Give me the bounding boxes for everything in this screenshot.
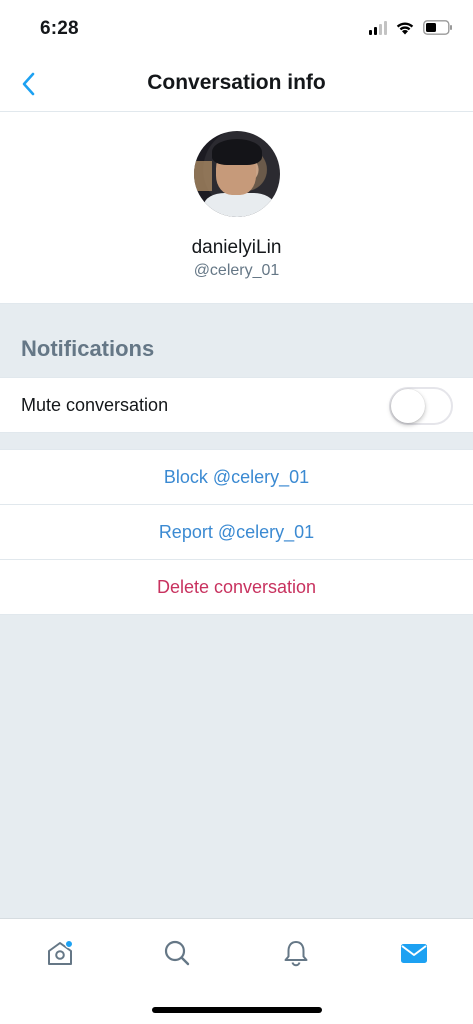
battery-icon	[423, 20, 452, 35]
report-user-button[interactable]: Report @celery_01	[0, 505, 473, 560]
tab-home[interactable]	[40, 933, 80, 973]
notifications-heading: Notifications	[21, 336, 155, 361]
page-title: Conversation info	[147, 71, 326, 94]
status-bar: 6:28	[0, 0, 473, 58]
tab-search[interactable]	[157, 933, 197, 973]
profile-header: danielyiLin @celery_01	[0, 112, 473, 304]
block-user-button[interactable]: Block @celery_01	[0, 450, 473, 505]
wifi-icon	[396, 22, 414, 35]
profile-display-name[interactable]: danielyiLin	[0, 237, 473, 259]
home-icon	[48, 939, 74, 965]
mute-conversation-label: Mute conversation	[21, 395, 169, 415]
signal-icon	[369, 20, 387, 35]
status-time: 6:28	[40, 18, 79, 39]
mute-conversation-toggle[interactable]	[389, 387, 453, 425]
avatar[interactable]	[194, 131, 280, 217]
delete-conversation-button[interactable]: Delete conversation	[0, 560, 473, 615]
mail-icon	[401, 944, 427, 963]
status-icons	[369, 20, 453, 35]
nav-bar: Conversation info	[0, 58, 473, 112]
toggle-knob	[391, 389, 425, 423]
profile-handle: @celery_01	[193, 262, 280, 279]
home-indicator	[152, 1007, 322, 1013]
mute-conversation-row: Mute conversation	[0, 377, 473, 433]
bell-icon	[284, 941, 308, 967]
tab-notifications[interactable]	[276, 933, 316, 973]
conversation-actions: Block @celery_01 Report @celery_01 Delet…	[0, 449, 473, 615]
tab-messages[interactable]	[394, 933, 434, 973]
search-icon	[164, 940, 190, 966]
